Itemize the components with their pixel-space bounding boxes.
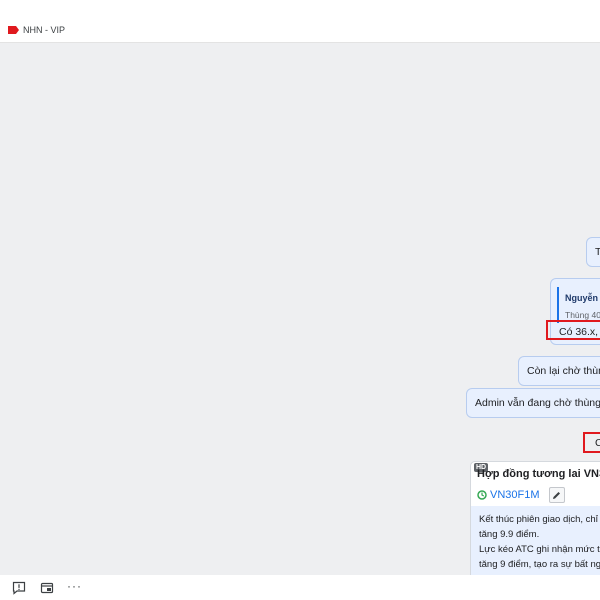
card-body-line: tăng 9 điểm, tạo ra sự bất ngờ (479, 559, 600, 570)
top-bar: NHN - VIP (0, 0, 600, 43)
message-bubble[interactable]: Còn lại chờ thùng (518, 356, 600, 386)
card-body-line: Lực kéo ATC ghi nhận mức tă (479, 544, 600, 555)
chat-area[interactable]: T Nguyễn H Thùng 40 Có 36.x, cá Còn lại … (0, 43, 600, 575)
message-text: C (595, 437, 600, 449)
highlight-box (546, 320, 600, 340)
feedback-icon[interactable] (12, 581, 26, 595)
more-icon[interactable]: ··· (67, 579, 82, 593)
instrument-code[interactable]: VN30F1M (477, 487, 565, 503)
status-circle-icon (477, 490, 487, 500)
link-preview-card[interactable]: HD Hợp đồng tương lai VN30F VN30F1M Kết … (470, 461, 600, 575)
channel-tag[interactable]: NHN - VIP (8, 25, 65, 35)
quoted-text: Thùng 40 (565, 310, 600, 320)
edit-button[interactable] (548, 487, 565, 503)
message-text: Admin vẫn đang chờ thùng vù (475, 397, 600, 409)
message-text: T (595, 246, 600, 258)
window-icon[interactable] (40, 581, 54, 595)
card-body-line: tăng 9.9 điểm. (479, 529, 540, 540)
message-bubble[interactable]: T (586, 237, 600, 267)
highlight-box[interactable]: C (583, 432, 600, 453)
card-title[interactable]: Hợp đồng tương lai VN30F (477, 468, 600, 480)
pencil-icon (553, 491, 561, 499)
quoted-author: Nguyễn H (565, 293, 600, 303)
card-body-line: Kết thúc phiên giao dịch, chỉ (479, 514, 598, 525)
message-text: Còn lại chờ thùng (527, 365, 600, 377)
quoted-message[interactable]: Nguyễn H Thùng 40 (557, 287, 600, 323)
bottom-bar: ··· (0, 575, 600, 600)
channel-label: NHN - VIP (23, 25, 66, 35)
card-body: Kết thúc phiên giao dịch, chỉ tăng 9.9 đ… (471, 506, 600, 575)
instrument-code-text: VN30F1M (490, 489, 540, 501)
message-bubble[interactable]: Admin vẫn đang chờ thùng vù (466, 388, 600, 418)
label-tag-icon (8, 26, 19, 34)
